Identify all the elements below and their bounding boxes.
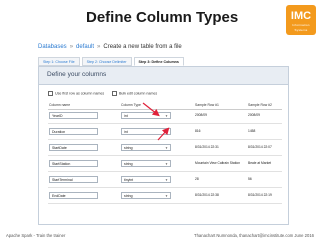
panel-title: Define your columns bbox=[47, 71, 107, 78]
column-type-select[interactable]: string ▼ bbox=[121, 192, 171, 199]
sample-row-1-cell: 28 bbox=[195, 177, 199, 181]
slide-footer: Apache Spark - Train the trainer Thanach… bbox=[0, 231, 320, 240]
breadcrumb: Databases» default» Create a new table fro… bbox=[38, 44, 182, 50]
column-type-select[interactable]: int ▼ bbox=[121, 112, 171, 119]
tab-step-3[interactable]: Step 3: Define Columns bbox=[133, 57, 184, 66]
sample-row-2-cell: 1458 bbox=[248, 129, 256, 133]
chevron-down-icon: ▼ bbox=[165, 194, 168, 198]
sample-row-1-cell: Mountain View Caltrain Station bbox=[195, 161, 241, 165]
slide-title: Define Column Types bbox=[86, 9, 239, 26]
header-column-name: Column name bbox=[49, 103, 71, 107]
column-name-input[interactable]: StartDate bbox=[49, 144, 98, 151]
breadcrumb-databases-link[interactable]: Databases bbox=[38, 44, 67, 50]
app-screenshot: Databases» default» Create a new table fro… bbox=[27, 35, 297, 227]
breadcrumb-current: Create a new table from a file bbox=[103, 44, 182, 50]
footer-right: Thanachart Numnonda, thanachart@imcinsti… bbox=[194, 233, 314, 238]
header-divider bbox=[48, 109, 282, 110]
first-row-label: Use first row as column names bbox=[55, 91, 105, 96]
column-type-select[interactable]: string ▼ bbox=[121, 160, 171, 167]
sample-row-2-cell: 8/31/2014 22:07 bbox=[248, 145, 272, 149]
chevron-down-icon: ▼ bbox=[165, 178, 168, 182]
bulk-edit-label: Bulk edit column names bbox=[119, 91, 158, 96]
column-name-input[interactable]: StartTerminal bbox=[49, 176, 98, 183]
wizard-steps: Step 1: Choose File Step 2: Choose Delim… bbox=[38, 57, 184, 66]
sample-row-1-cell: 8/31/2014 22:38 bbox=[195, 193, 219, 197]
chevron-down-icon: ▼ bbox=[165, 146, 168, 150]
table-header: Column name Column Type Sample Row #1 Sa… bbox=[48, 103, 284, 108]
breadcrumb-separator: » bbox=[69, 44, 74, 50]
define-columns-panel: Define your columns Use first row as col… bbox=[38, 66, 289, 225]
first-row-option[interactable]: Use first row as column names bbox=[48, 91, 104, 96]
header-column-type: Column Type bbox=[121, 103, 141, 107]
column-type-value: tinyint bbox=[124, 178, 134, 182]
table-row: Duration int ▼ 816 1458 bbox=[48, 128, 284, 139]
header-sample-row-1: Sample Row #1 bbox=[195, 103, 219, 107]
sample-row-2-cell: 56 bbox=[248, 177, 252, 181]
column-type-select[interactable]: string ▼ bbox=[121, 144, 171, 151]
column-name-input[interactable]: StartStation bbox=[49, 160, 98, 167]
table-row: YearID int ▼ 2008/09 2008/09 bbox=[48, 112, 284, 123]
sample-row-2-cell: Beale at Market bbox=[248, 161, 272, 165]
tab-step-2[interactable]: Step 2: Choose Delimiter bbox=[81, 57, 132, 66]
sample-row-2-cell: 2008/09 bbox=[248, 113, 260, 117]
breadcrumb-default-link[interactable]: default bbox=[76, 44, 94, 50]
header-sample-row-2: Sample Row #2 bbox=[248, 103, 272, 107]
logo-main-text: IMC bbox=[290, 10, 312, 22]
bulk-edit-checkbox[interactable] bbox=[112, 91, 117, 96]
chevron-down-icon: ▼ bbox=[165, 114, 168, 118]
table-row: EndDate string ▼ 8/31/2014 22:38 8/31/2014 2… bbox=[48, 192, 284, 203]
column-name-input[interactable]: YearID bbox=[49, 112, 98, 119]
sample-row-1-cell: 816 bbox=[195, 129, 201, 133]
panel-header: Define your columns bbox=[39, 67, 288, 85]
column-type-select[interactable]: tinyint ▼ bbox=[121, 176, 171, 183]
sample-row-2-cell: 8/31/2014 22:19 bbox=[248, 193, 272, 197]
table-row: StartTerminal tinyint ▼ 28 56 bbox=[48, 176, 284, 187]
sample-row-1-cell: 8/31/2014 22:31 bbox=[195, 145, 219, 149]
tab-step-1[interactable]: Step 1: Choose File bbox=[38, 57, 80, 66]
footer-left: Apache Spark - Train the trainer bbox=[6, 233, 66, 238]
imc-logo: IMC Information Systems bbox=[286, 5, 316, 35]
column-type-value: string bbox=[124, 194, 133, 198]
column-type-value: string bbox=[124, 162, 133, 166]
chevron-down-icon: ▼ bbox=[165, 130, 168, 134]
table-row: StartStation string ▼ Mountain View Caltrai… bbox=[48, 160, 284, 171]
logo-sub-text: Information Systems bbox=[292, 23, 310, 32]
bulk-edit-option[interactable]: Bulk edit column names bbox=[112, 91, 157, 96]
first-row-checkbox[interactable] bbox=[48, 91, 53, 96]
table-row: StartDate string ▼ 8/31/2014 22:31 8/31/2014… bbox=[48, 144, 284, 155]
column-name-input[interactable]: Duration bbox=[49, 128, 98, 135]
column-type-value: int bbox=[124, 130, 128, 134]
chevron-down-icon: ▼ bbox=[165, 162, 168, 166]
sample-row-1-cell: 2008/09 bbox=[195, 113, 207, 117]
column-name-input[interactable]: EndDate bbox=[49, 192, 98, 199]
breadcrumb-separator: » bbox=[97, 44, 101, 50]
column-type-select[interactable]: int ▼ bbox=[121, 128, 171, 135]
column-type-value: string bbox=[124, 146, 133, 150]
column-type-value: int bbox=[124, 114, 128, 118]
